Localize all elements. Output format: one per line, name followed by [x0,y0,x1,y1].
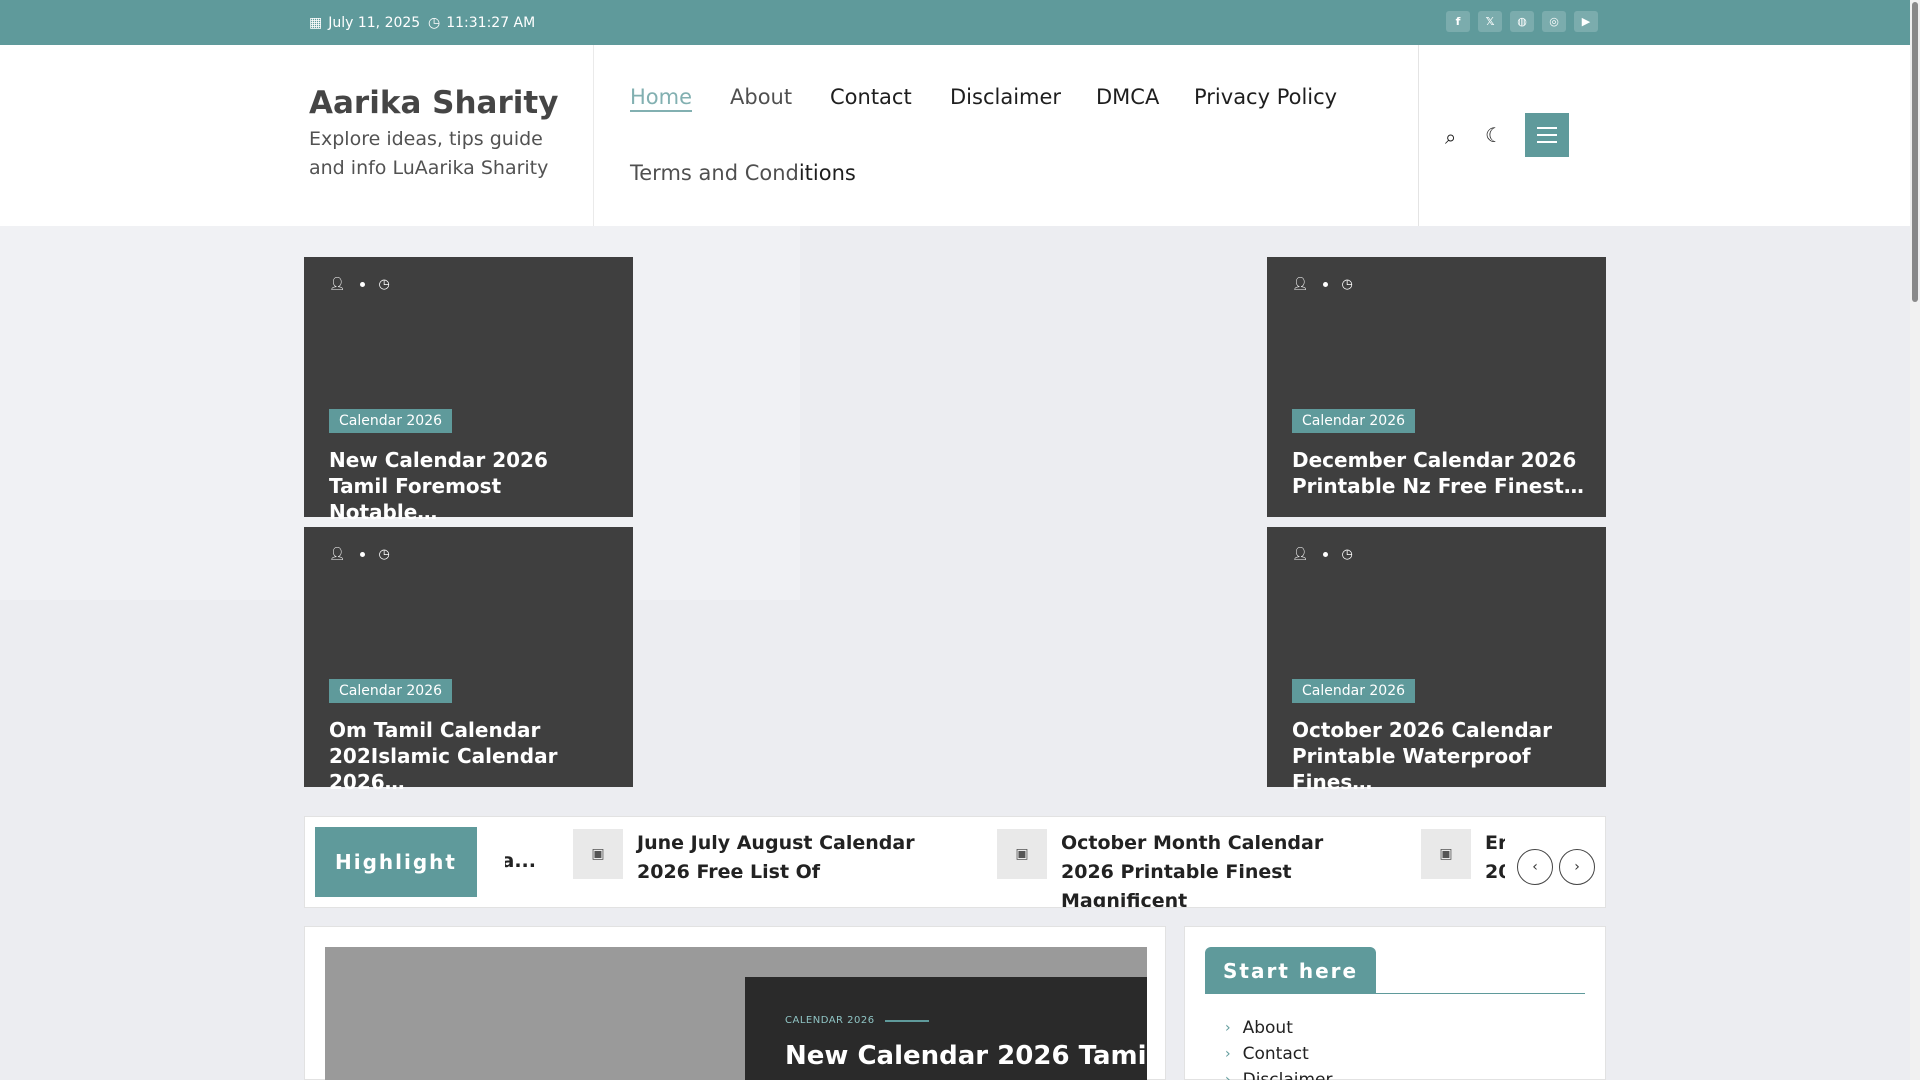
chevron-right-icon: › [1225,1046,1231,1062]
image-placeholder-icon[interactable]: ▣ [573,829,623,879]
category-badge[interactable]: Calendar 2026 [329,679,453,703]
widget-link-item[interactable]: › Contact [1225,1041,1333,1067]
ticker-item-title[interactable]: Er 20 [1485,829,1505,887]
post-thumbnail[interactable]: CALENDAR 2026 New Calendar 2026 Tamil [325,947,1155,1080]
nav-dmca[interactable]: DMCA [1096,85,1159,109]
card-meta: 👤︎ ◷ [329,547,390,562]
x-twitter-icon[interactable]: 𝕏 [1478,11,1502,32]
widget-link-disclaimer[interactable]: Disclaimer [1243,1067,1333,1080]
ticker-item[interactable]: ▣ June July August Calendar 2026 Free Li… [573,829,937,887]
author-icon[interactable]: 👤︎ [329,547,346,562]
time-text: 11:31:27 AM [446,15,536,31]
featured-card[interactable]: 👤︎ ◷ Calendar 2026 New Calendar 2026 Tami… [304,257,633,524]
widget-link-about[interactable]: About [1243,1015,1293,1041]
separator-dot [359,552,365,557]
image-placeholder-icon[interactable]: ▣ [997,829,1047,879]
featured-card[interactable]: 👤︎ ◷ Calendar 2026 Om Tamil Calendar 202I… [304,527,633,794]
menu-icon-bar [1537,127,1557,129]
facebook-icon[interactable]: f [1446,11,1470,32]
separator-dot [1322,282,1328,287]
widget-link-item[interactable]: › Disclaimer [1225,1067,1333,1080]
ticker-item[interactable]: ▣ Er 20 [1421,829,1505,887]
category-badge[interactable]: Calendar 2026 [329,409,453,433]
chevron-left-icon: ‹ [1532,859,1538,875]
ticker-item-title[interactable]: ia... [505,847,555,876]
clock-icon: ◷ [1341,277,1353,292]
menu-icon-bar [1537,141,1557,143]
card-title[interactable]: October 2026 Calendar Printable Waterpro… [1292,717,1586,795]
ticker-next-button[interactable]: › [1559,849,1595,885]
search-icon[interactable]: ⌕ [1445,125,1456,149]
dribbble-icon[interactable]: ◍ [1510,11,1534,32]
social-links: f 𝕏 ◍ ◎ ▶ [1446,11,1598,32]
nav-contact[interactable]: Contact [830,85,912,109]
featured-card[interactable]: 👤︎ ◷ Calendar 2026 October 2026 Calendar … [1267,527,1606,794]
card-title[interactable]: December Calendar 2026 Printable Nz Free… [1292,447,1586,499]
instagram-icon[interactable]: ◎ [1542,11,1566,32]
date-text: July 11, 2025 [328,15,421,31]
ticker-item-title[interactable]: June July August Calendar 2026 Free List… [637,829,937,887]
dark-mode-icon[interactable]: ☾ [1485,123,1503,147]
clock-icon: ◷ [428,15,441,31]
chevron-right-icon: › [1574,859,1580,875]
card-meta: 👤︎ ◷ [1292,277,1353,292]
widget-link-item[interactable]: › About [1225,1015,1333,1041]
menu-icon-bar [1537,134,1557,136]
post-overlay: CALENDAR 2026 New Calendar 2026 Tamil [745,977,1155,1080]
calendar-icon: ▦ [309,15,323,31]
nav-disclaimer[interactable]: Disclaimer [950,85,1061,109]
post-category[interactable]: CALENDAR 2026 [785,1015,929,1026]
current-date: ▦ July 11, 2025 [309,15,420,31]
author-icon[interactable]: 👤︎ [1292,277,1309,292]
chevron-right-icon: › [1225,1072,1231,1080]
ticker-item[interactable]: ▣ October Month Calendar 2026 Printable … [997,829,1361,907]
card-title[interactable]: New Calendar 2026 Tamil Foremost Notable… [329,447,613,525]
category-badge[interactable]: Calendar 2026 [1292,679,1416,703]
chevron-right-icon: › [1225,1020,1231,1036]
widget-divider [1205,993,1585,994]
post-category-label[interactable]: CALENDAR 2026 [785,1015,875,1026]
menu-toggle-button[interactable] [1525,113,1569,157]
current-time: ◷ 11:31:27 AM [428,15,535,31]
separator-dot [359,282,365,287]
clock-icon: ◷ [378,277,390,292]
card-meta: 👤︎ ◷ [329,277,390,292]
ticker-item[interactable]: ia... [505,847,555,876]
ticker-track: ia... ▣ June July August Calendar 2026 F… [505,817,1505,907]
category-badge[interactable]: Calendar 2026 [1292,409,1416,433]
widget-link-list: › About › Contact › Disclaimer [1225,1015,1333,1080]
widget-title: Start here [1205,947,1377,994]
header-divider [1418,45,1419,226]
separator-dot [1322,552,1328,557]
youtube-icon[interactable]: ▶ [1574,11,1598,32]
card-title[interactable]: Om Tamil Calendar 202Islamic Calendar 20… [329,717,613,795]
ticker-prev-button[interactable]: ‹ [1517,849,1553,885]
clock-icon: ◷ [1341,547,1353,562]
highlight-ticker: Highlight ia... ▣ June July August Calen… [304,816,1606,908]
featured-card[interactable]: 👤︎ ◷ Calendar 2026 December Calendar 2026… [1267,257,1606,517]
ticker-item-title[interactable]: October Month Calendar 2026 Printable Fi… [1061,829,1361,907]
sidebar-widget: Start here › About › Contact › Disclaimer [1184,926,1606,1080]
scrollbar-thumb[interactable] [1912,2,1918,302]
card-meta: 👤︎ ◷ [1292,547,1353,562]
category-underline [884,1019,929,1022]
main-post-section: CALENDAR 2026 New Calendar 2026 Tamil [304,926,1166,1080]
top-bar: ▦ July 11, 2025 ◷ 11:31:27 AM f 𝕏 ◍ ◎ ▶ [0,0,1910,45]
highlight-label: Highlight [315,827,477,897]
widget-link-contact[interactable]: Contact [1243,1041,1309,1067]
clock-icon: ◷ [378,547,390,562]
author-icon[interactable]: 👤︎ [329,277,346,292]
author-icon[interactable]: 👤︎ [1292,547,1309,562]
nav-privacy-policy[interactable]: Privacy Policy [1194,85,1337,109]
image-placeholder-icon[interactable]: ▣ [1421,829,1471,879]
post-title[interactable]: New Calendar 2026 Tamil [785,1041,1155,1071]
